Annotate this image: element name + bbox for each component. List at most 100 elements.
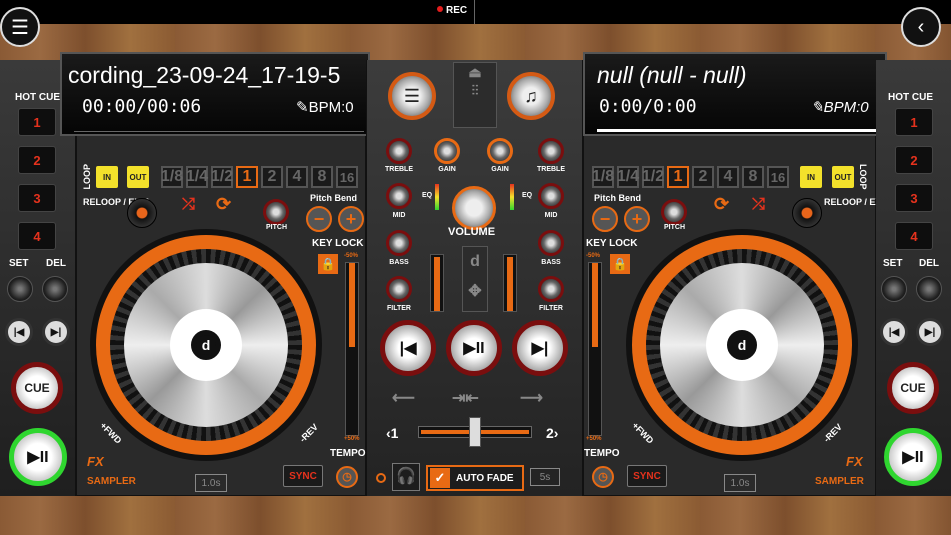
crossfader-handle[interactable] [469, 417, 481, 447]
auto-fade-toggle[interactable]: ✓ AUTO FADE [426, 465, 524, 491]
deck-b-library-button[interactable]: ♫ [507, 72, 555, 120]
deck-a-gain-knob[interactable] [434, 138, 460, 164]
crossfader-mode-button[interactable]: d ✥ [462, 246, 488, 312]
sync-lock-button[interactable]: ◷ [592, 466, 614, 488]
loop-size-2[interactable]: 2 [692, 166, 714, 188]
key-lock-icon[interactable]: 🔒 [318, 254, 338, 274]
set-knob[interactable] [7, 276, 33, 302]
back-button[interactable]: ‹ [901, 7, 941, 47]
del-knob[interactable] [42, 276, 68, 302]
reloop-exit-button[interactable] [127, 198, 157, 228]
sync-lock-button[interactable]: ◷ [336, 466, 358, 488]
crossfader[interactable] [418, 417, 532, 447]
pitch-bend-plus-button[interactable]: + [338, 206, 364, 232]
deck-b-mid-knob[interactable] [538, 183, 564, 209]
deck-b-filter-knob[interactable] [538, 276, 564, 302]
deck-b-gain-knob[interactable] [487, 138, 513, 164]
sampler-time[interactable]: 1.0s [195, 474, 227, 492]
deck-a-turntable[interactable]: d [90, 229, 322, 461]
cue-button[interactable]: CUE [887, 362, 939, 414]
shuffle-icon[interactable]: ⤮ [182, 196, 195, 214]
edit-icon[interactable]: ✎ [296, 99, 309, 116]
deck-a-volume-fader[interactable] [430, 254, 444, 312]
tempo-slider[interactable] [588, 262, 602, 436]
deck-a-treble-knob[interactable] [386, 138, 412, 164]
volume-knob[interactable] [452, 186, 496, 230]
key-lock-icon[interactable]: 🔒 [610, 254, 630, 274]
pitch-bend-minus-button[interactable]: − [592, 206, 618, 232]
set-knob[interactable] [881, 276, 907, 302]
rec-indicator[interactable]: REC [437, 5, 467, 16]
sampler-label[interactable]: SAMPLER [87, 476, 136, 487]
mixer-previous-button[interactable]: |◀ [380, 320, 436, 376]
repeat-icon[interactable]: ⟳ [714, 194, 729, 215]
repeat-icon[interactable]: ⟳ [216, 194, 231, 215]
pitch-knob[interactable] [263, 199, 289, 225]
deck-b-turntable[interactable]: d [626, 229, 858, 461]
hot-cue-1-button[interactable]: 1 [18, 108, 56, 136]
loop-size-1-2[interactable]: 1/2 [211, 166, 233, 188]
eject-equalizer-button[interactable]: ⏏ ⫶⫶ [453, 62, 497, 128]
hot-cue-1-button[interactable]: 1 [895, 108, 933, 136]
hot-cue-2-button[interactable]: 2 [895, 146, 933, 174]
loop-size-2[interactable]: 2 [261, 166, 283, 188]
pitch-knob[interactable] [661, 199, 687, 225]
loop-size-1-8[interactable]: 1/8 [161, 166, 183, 188]
progress-line[interactable] [74, 131, 364, 132]
deck-a-library-button[interactable]: ☰ [388, 72, 436, 120]
del-knob[interactable] [916, 276, 942, 302]
next-button[interactable]: ▶| [916, 318, 944, 346]
auto-fade-time[interactable]: 5s [530, 468, 560, 486]
next-button[interactable]: ▶| [42, 318, 70, 346]
reloop-exit-button[interactable] [792, 198, 822, 228]
edit-icon[interactable]: ✎ [811, 99, 824, 116]
loop-out-button[interactable]: OUT [832, 166, 854, 188]
sync-button[interactable]: SYNC [627, 465, 667, 487]
previous-button[interactable]: |◀ [880, 318, 908, 346]
loop-size-16[interactable]: 16 [767, 166, 789, 188]
hot-cue-2-button[interactable]: 2 [18, 146, 56, 174]
loop-size-1-2[interactable]: 1/2 [642, 166, 664, 188]
fx-label[interactable]: FX [87, 454, 104, 469]
loop-size-8[interactable]: 8 [311, 166, 333, 188]
cue-button[interactable]: CUE [11, 362, 63, 414]
fx-label[interactable]: FX [846, 454, 863, 469]
loop-size-4[interactable]: 4 [286, 166, 308, 188]
sync-button[interactable]: SYNC [283, 465, 323, 487]
loop-size-8[interactable]: 8 [742, 166, 764, 188]
mixer-next-button[interactable]: ▶| [512, 320, 568, 376]
loop-out-button[interactable]: OUT [127, 166, 149, 188]
sampler-time[interactable]: 1.0s [724, 474, 756, 492]
sampler-label[interactable]: SAMPLER [815, 476, 864, 487]
progress-line[interactable] [597, 129, 881, 132]
headphones-button[interactable]: 🎧 [392, 463, 420, 491]
deck-a-filter-knob[interactable] [386, 276, 412, 302]
loop-in-button[interactable]: IN [800, 166, 822, 188]
menu-button[interactable]: ☰ [0, 7, 40, 47]
hot-cue-4-button[interactable]: 4 [18, 222, 56, 250]
loop-size-1[interactable]: 1 [236, 166, 258, 188]
loop-size-4[interactable]: 4 [717, 166, 739, 188]
deck-a-mid-knob[interactable] [386, 183, 412, 209]
pitch-bend-minus-button[interactable]: − [306, 206, 332, 232]
previous-button[interactable]: |◀ [5, 318, 33, 346]
loop-size-1-4[interactable]: 1/4 [186, 166, 208, 188]
deck-b-treble-knob[interactable] [538, 138, 564, 164]
loop-size-1-4[interactable]: 1/4 [617, 166, 639, 188]
hot-cue-3-button[interactable]: 3 [18, 184, 56, 212]
play-pause-button[interactable]: ▶II [9, 428, 67, 486]
loop-size-1-8[interactable]: 1/8 [592, 166, 614, 188]
loop-size-16[interactable]: 16 [336, 166, 358, 188]
mixer-play-pause-button[interactable]: ▶II [446, 320, 502, 376]
deck-a-bass-knob[interactable] [386, 230, 412, 256]
deck-b-volume-fader[interactable] [503, 254, 517, 312]
hot-cue-4-button[interactable]: 4 [895, 222, 933, 250]
hot-cue-3-button[interactable]: 3 [895, 184, 933, 212]
loop-in-button[interactable]: IN [96, 166, 118, 188]
loop-size-1[interactable]: 1 [667, 166, 689, 188]
deck-b-bass-knob[interactable] [538, 230, 564, 256]
play-pause-button[interactable]: ▶II [884, 428, 942, 486]
tempo-slider[interactable] [345, 262, 359, 436]
pitch-bend-plus-button[interactable]: + [624, 206, 650, 232]
shuffle-icon[interactable]: ⤮ [752, 196, 765, 214]
